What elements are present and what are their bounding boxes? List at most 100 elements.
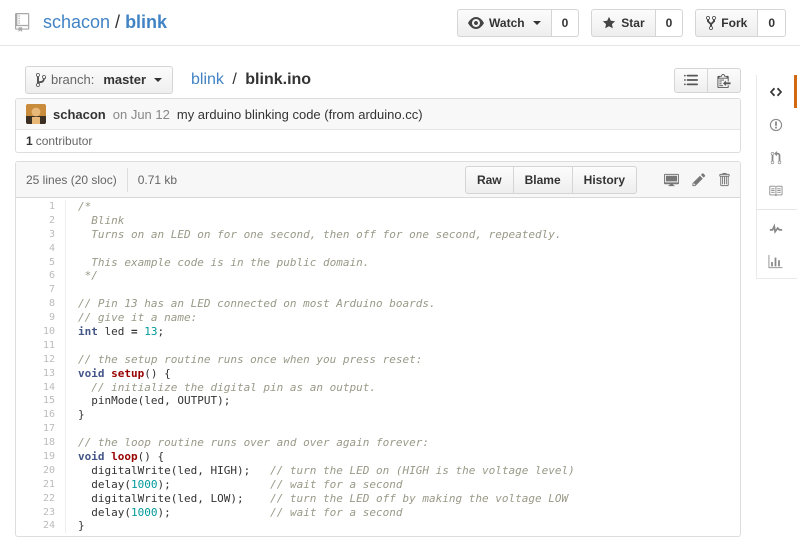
code-line: 14 // initialize the digital pin as an o… <box>16 381 740 395</box>
code-line: 11 <box>16 339 740 353</box>
code-line: 21 delay(1000); // wait for a second <box>16 478 740 492</box>
blame-button[interactable]: Blame <box>513 166 573 194</box>
line-number[interactable]: 16 <box>16 408 66 422</box>
commit-author-link[interactable]: schacon <box>53 107 106 122</box>
edit-file-button[interactable] <box>692 172 706 187</box>
repo-sidebar <box>756 75 797 279</box>
star-label: Star <box>621 14 644 32</box>
line-number[interactable]: 24 <box>16 519 66 533</box>
line-number[interactable]: 23 <box>16 506 66 520</box>
code-line-content: /* <box>66 200 91 214</box>
sidebar-item-pull-requests[interactable] <box>757 141 797 174</box>
history-button[interactable]: History <box>572 166 637 194</box>
code-line-content: This example code is in the public domai… <box>66 256 369 270</box>
code-line-content: // initialize the digital pin as an outp… <box>66 381 376 395</box>
breadcrumb-repo-link[interactable]: blink <box>191 71 224 88</box>
line-number[interactable]: 15 <box>16 394 66 408</box>
line-number[interactable]: 22 <box>16 492 66 506</box>
star-button[interactable]: Star <box>591 9 655 37</box>
fork-button[interactable]: Fork <box>695 9 758 37</box>
open-in-desktop-button[interactable] <box>663 172 680 187</box>
file-list-button[interactable] <box>674 68 708 93</box>
code-body: 1/*2 Blink3 Turns on an LED on for one s… <box>16 198 740 536</box>
code-line: 9// give it a name: <box>16 311 740 325</box>
code-line: 6 */ <box>16 269 740 283</box>
line-number[interactable]: 7 <box>16 283 66 297</box>
list-icon <box>684 73 698 87</box>
latest-commit-bar: schacon on Jun 12 my arduino blinking co… <box>16 99 740 130</box>
code-line-content: // the setup routine runs once when you … <box>66 353 422 367</box>
line-number[interactable]: 12 <box>16 353 66 367</box>
code-line-content: // Pin 13 has an LED connected on most A… <box>66 297 436 311</box>
code-line: 15 pinMode(led, OUTPUT); <box>16 394 740 408</box>
delete-file-button[interactable] <box>718 172 730 187</box>
branch-name: master <box>103 71 146 89</box>
file-actions: Raw Blame History <box>465 166 730 194</box>
code-line-content: // give it a name: <box>66 311 197 325</box>
line-number[interactable]: 11 <box>16 339 66 353</box>
sidebar-item-wiki[interactable] <box>757 174 797 207</box>
line-number[interactable]: 17 <box>16 422 66 436</box>
line-number[interactable]: 13 <box>16 367 66 381</box>
sidebar-item-pulse[interactable] <box>757 212 797 245</box>
repo-header: schacon / blink Watch 0 Star 0 <box>0 0 800 46</box>
chevron-down-icon <box>533 21 541 25</box>
repo-name-link[interactable]: blink <box>125 12 167 33</box>
clipboard-icon <box>717 73 731 88</box>
code-line: 5 This example code is in the public dom… <box>16 256 740 270</box>
fork-count[interactable]: 0 <box>757 9 786 37</box>
line-number[interactable]: 8 <box>16 297 66 311</box>
code-line: 19void loop() { <box>16 450 740 464</box>
star-count[interactable]: 0 <box>655 9 684 37</box>
line-number[interactable]: 2 <box>16 214 66 228</box>
commit-date: on Jun 12 <box>113 107 170 122</box>
device-desktop-icon <box>663 172 680 187</box>
code-line-content <box>66 339 78 353</box>
watch-button[interactable]: Watch <box>457 9 552 37</box>
line-number[interactable]: 21 <box>16 478 66 492</box>
code-line: 10int led = 13; <box>16 325 740 339</box>
contributor-label: contributor <box>36 134 93 148</box>
pulse-icon <box>769 222 783 236</box>
repo-owner-link[interactable]: schacon <box>43 12 110 33</box>
repo-path-divider: / <box>115 12 120 33</box>
line-number[interactable]: 10 <box>16 325 66 339</box>
sidebar-item-code[interactable] <box>757 75 797 108</box>
line-number[interactable]: 18 <box>16 436 66 450</box>
line-number[interactable]: 6 <box>16 269 66 283</box>
code-line: 1/* <box>16 200 740 214</box>
line-number[interactable]: 20 <box>16 464 66 478</box>
bar-graph-icon <box>768 255 783 269</box>
watch-label: Watch <box>489 14 525 32</box>
code-line: 12// the setup routine runs once when yo… <box>16 353 740 367</box>
code-line-content: Blink <box>66 214 124 228</box>
watch-count[interactable]: 0 <box>551 9 580 37</box>
repo-title: schacon / blink <box>15 12 167 33</box>
branch-select-button[interactable]: branch: master <box>25 66 173 94</box>
line-number[interactable]: 9 <box>16 311 66 325</box>
copy-path-button[interactable] <box>707 68 741 93</box>
line-number[interactable]: 4 <box>16 242 66 256</box>
breadcrumb-filename: blink.ino <box>245 71 311 88</box>
avatar[interactable] <box>26 104 46 124</box>
line-number[interactable]: 19 <box>16 450 66 464</box>
commit-message-link[interactable]: my arduino blinking code (from arduino.c… <box>177 107 423 122</box>
code-line: 22 digitalWrite(led, LOW); // turn the L… <box>16 492 740 506</box>
code-line: 3 Turns on an LED on for one second, the… <box>16 228 740 242</box>
line-number[interactable]: 1 <box>16 200 66 214</box>
line-number[interactable]: 14 <box>16 381 66 395</box>
contributors-bar[interactable]: 1contributor <box>16 130 740 152</box>
line-number[interactable]: 5 <box>16 256 66 270</box>
sidebar-divider <box>757 209 797 210</box>
line-number[interactable]: 3 <box>16 228 66 242</box>
branch-prefix-label: branch: <box>51 71 94 89</box>
breadcrumb-actions <box>674 68 741 93</box>
sidebar-item-issues[interactable] <box>757 108 797 141</box>
sidebar-item-graphs[interactable] <box>757 245 797 278</box>
code-line-content: // the loop routine runs over and over a… <box>66 436 429 450</box>
raw-button[interactable]: Raw <box>465 166 514 194</box>
code-line-content <box>66 242 78 256</box>
code-line: 24} <box>16 519 740 533</box>
code-line-content: delay(1000); // wait for a second <box>66 478 403 492</box>
fork-label: Fork <box>721 14 747 32</box>
